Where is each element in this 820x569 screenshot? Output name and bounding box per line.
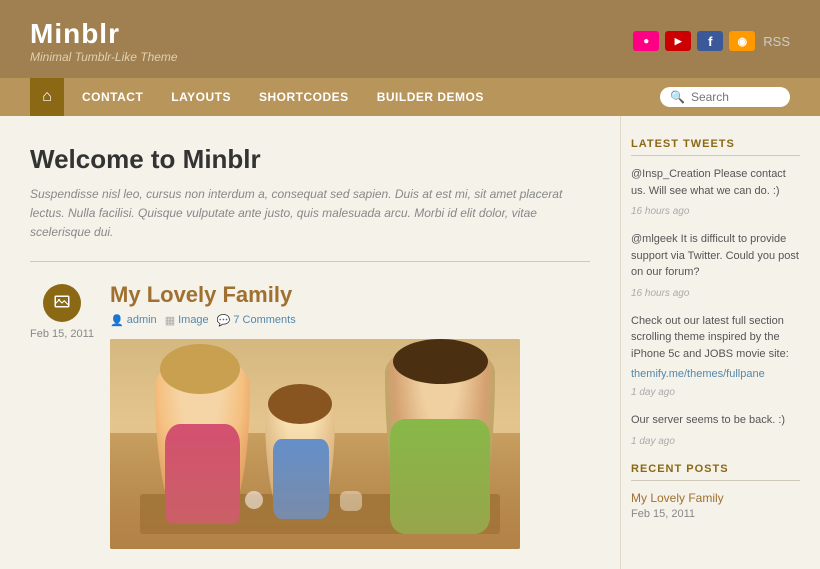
site-branding: Minblr Minimal Tumblr-Like Theme (30, 18, 178, 64)
facebook-icon[interactable]: f (697, 31, 723, 51)
author-icon: 👤 (110, 314, 124, 327)
main-wrapper: Welcome to Minblr Suspendisse nisl leo, … (0, 116, 820, 569)
nav-shortcodes[interactable]: Shortcodes (245, 78, 363, 116)
home-nav-button[interactable]: ⌂ (30, 78, 64, 116)
social-links: ● ▶ f ◉ RSS (633, 31, 790, 51)
recent-posts-section-title: Recent Posts (631, 463, 800, 481)
search-input[interactable] (691, 90, 781, 104)
nav-layouts[interactable]: Layouts (157, 78, 245, 116)
comments-count[interactable]: 7 Comments (233, 314, 295, 326)
post-comments: 💬 7 Comments (217, 314, 296, 327)
recent-post-title[interactable]: My Lovely Family (631, 491, 800, 505)
content-area: Welcome to Minblr Suspendisse nisl leo, … (0, 116, 820, 569)
tweet-time: 1 day ago (631, 387, 675, 398)
tweet-text: @mlgeek It is difficult to provide suppo… (631, 231, 800, 281)
tweet-item: @mlgeek It is difficult to provide suppo… (631, 231, 800, 301)
rss-label: RSS (763, 34, 790, 49)
tweet-text: @Insp_Creation Please contact us. Will s… (631, 166, 800, 199)
nav-links: ⌂ Contact Layouts Shortcodes Builder Dem… (30, 78, 498, 116)
recent-post-item: My Lovely Family Feb 15, 2011 (631, 491, 800, 520)
search-icon: 🔍 (670, 90, 685, 104)
youtube-icon[interactable]: ▶ (665, 31, 691, 51)
sidebar: Latest Tweets @Insp_Creation Please cont… (620, 116, 820, 569)
rss-icon[interactable]: ◉ (729, 31, 755, 51)
welcome-title: Welcome to Minblr (30, 144, 590, 175)
recent-post-date: Feb 15, 2011 (631, 508, 800, 520)
post-body: My Lovely Family 👤 admin ▦ Image 💬 7 C (110, 282, 590, 549)
comments-icon: 💬 (217, 314, 231, 327)
tweet-text: Our server seems to be back. :) (631, 412, 800, 429)
category-icon: ▦ (165, 314, 175, 327)
site-subtitle: Minimal Tumblr-Like Theme (30, 50, 178, 64)
tweet-link[interactable]: themify.me/themes/fullpane (631, 368, 765, 380)
header: Minblr Minimal Tumblr-Like Theme ● ▶ f ◉… (0, 0, 820, 78)
tweet-time: 16 hours ago (631, 206, 689, 217)
post-author: 👤 admin (110, 314, 157, 327)
tweet-time: 1 day ago (631, 436, 675, 447)
post-image[interactable] (110, 339, 520, 549)
post-category: ▦ Image (165, 314, 209, 327)
divider (30, 261, 590, 262)
category-name[interactable]: Image (178, 314, 209, 326)
tweet-item: @Insp_Creation Please contact us. Will s… (631, 166, 800, 219)
author-name[interactable]: admin (127, 314, 157, 326)
tweet-text: Check out our latest full section scroll… (631, 313, 800, 363)
post-meta: 👤 admin ▦ Image 💬 7 Comments (110, 314, 590, 327)
nav-builder-demos[interactable]: Builder Demos (363, 78, 498, 116)
post: Feb 15, 2011 My Lovely Family 👤 admin ▦ … (30, 282, 590, 549)
tweets-section-title: Latest Tweets (631, 138, 800, 156)
flickr-icon[interactable]: ● (633, 31, 659, 51)
search-box[interactable]: 🔍 (660, 87, 790, 107)
nav-bar: ⌂ Contact Layouts Shortcodes Builder Dem… (0, 78, 820, 116)
post-date-col: Feb 15, 2011 (30, 282, 94, 549)
tweet-item: Our server seems to be back. :) 1 day ag… (631, 412, 800, 449)
nav-contact[interactable]: Contact (68, 78, 157, 116)
post-date: Feb 15, 2011 (30, 328, 94, 340)
post-type-icon (43, 284, 81, 322)
post-title[interactable]: My Lovely Family (110, 282, 590, 308)
tweet-time: 16 hours ago (631, 288, 689, 299)
site-title: Minblr (30, 18, 178, 50)
welcome-text: Suspendisse nisl leo, cursus non interdu… (30, 185, 590, 243)
tweet-item: Check out our latest full section scroll… (631, 313, 800, 401)
main-content: Welcome to Minblr Suspendisse nisl leo, … (0, 116, 620, 569)
